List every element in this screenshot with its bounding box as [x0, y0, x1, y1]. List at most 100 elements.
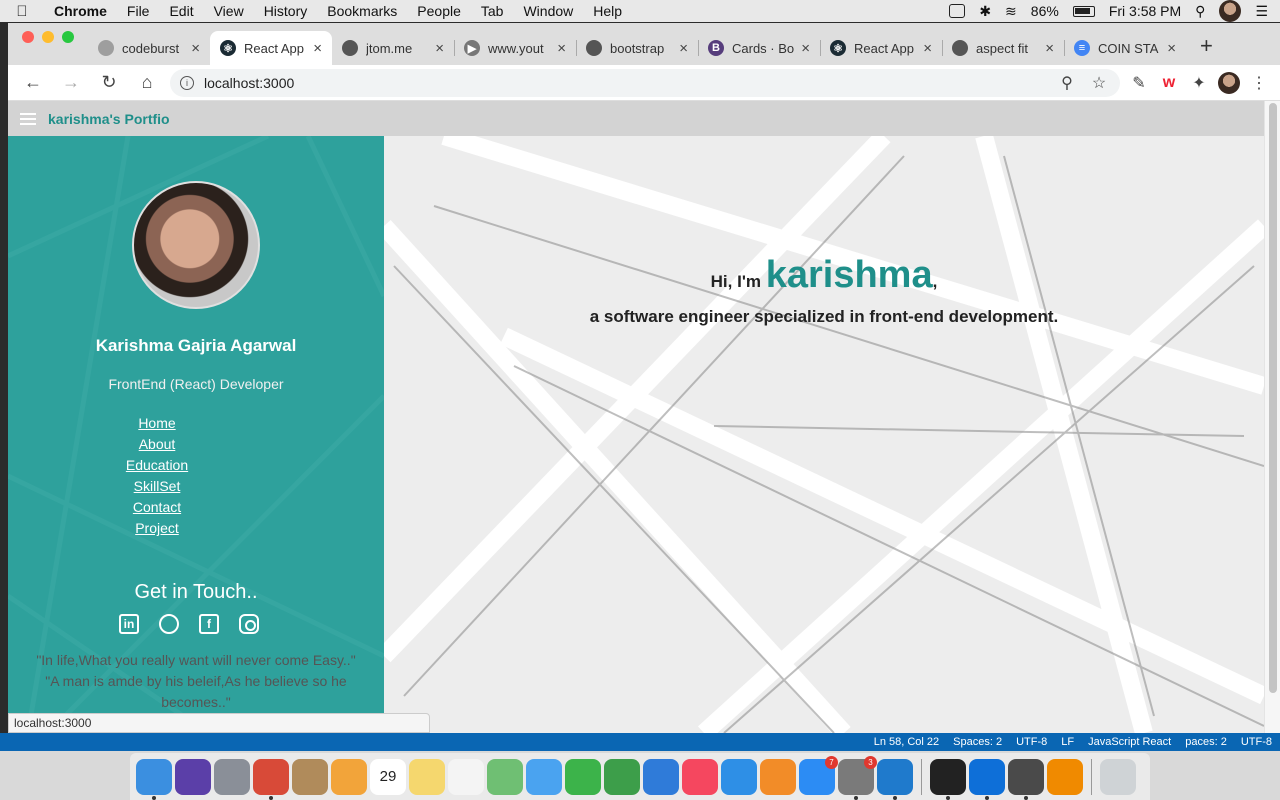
dock-siri-icon[interactable] — [175, 758, 211, 795]
menu-view[interactable]: View — [204, 3, 254, 19]
site-info-icon[interactable]: i — [180, 75, 194, 90]
menu-window[interactable]: Window — [513, 3, 583, 19]
end-of-line[interactable]: LF — [1061, 736, 1074, 748]
instagram-icon[interactable] — [239, 614, 259, 634]
browser-tab[interactable]: ▶ www.yout × — [454, 31, 576, 65]
menu-edit[interactable]: Edit — [159, 3, 203, 19]
brand-title[interactable]: karishma's Portfio — [48, 111, 170, 127]
encoding[interactable]: UTF-8 — [1016, 736, 1047, 748]
tab-close-icon[interactable]: × — [1045, 40, 1054, 57]
reload-icon[interactable]: ↻ — [94, 69, 124, 97]
browser-tab[interactable]: jtom.me × — [332, 31, 454, 65]
dock-numbers-icon[interactable] — [604, 758, 640, 795]
back-arrow-icon[interactable]: ← — [18, 69, 48, 97]
battery-icon[interactable] — [1072, 5, 1095, 17]
dock-notes-icon[interactable] — [409, 758, 445, 795]
close-window-button[interactable] — [22, 31, 34, 43]
tab-close-icon[interactable]: × — [191, 40, 200, 57]
dock-keynote-icon[interactable] — [643, 758, 679, 795]
page-scrollbar[interactable] — [1264, 101, 1280, 733]
apple-menu-icon[interactable]:  — [0, 3, 44, 20]
browser-tab[interactable]: aspect fit × — [942, 31, 1064, 65]
dock-teamviewer-icon[interactable] — [969, 758, 1005, 800]
github-icon[interactable] — [159, 614, 179, 634]
address-bar[interactable]: i localhost:3000 ⚲ ☆ — [170, 68, 1120, 97]
profile-avatar-icon[interactable] — [1218, 71, 1240, 94]
dock-sublime-icon[interactable] — [1008, 758, 1044, 800]
teamviewer-status-icon[interactable] — [949, 4, 966, 18]
linkedin-icon[interactable]: in — [119, 614, 139, 634]
tab-close-icon[interactable]: × — [435, 40, 444, 57]
kebab-menu-icon[interactable]: ⋮ — [1248, 72, 1270, 94]
battery-percent[interactable]: 86% — [1031, 3, 1059, 19]
home-icon[interactable]: ⌂ — [132, 69, 162, 97]
tab-close-icon[interactable]: × — [313, 40, 322, 57]
minimize-window-button[interactable] — [42, 31, 54, 43]
menubar-clock[interactable]: Fri 3:58 PM — [1109, 3, 1181, 19]
bookmark-star-icon[interactable]: ☆ — [1088, 72, 1110, 94]
wifi-icon[interactable]: ≋ — [1005, 3, 1017, 20]
dock-calendar-icon[interactable]: 29 — [370, 758, 406, 795]
user-avatar-icon[interactable] — [1219, 0, 1242, 22]
dock-launchpad-icon[interactable] — [214, 758, 250, 795]
tab-close-icon[interactable]: × — [801, 40, 810, 57]
menu-app-name[interactable]: Chrome — [44, 3, 117, 19]
nav-link-education[interactable]: Education — [126, 455, 188, 476]
tab-close-icon[interactable]: × — [679, 40, 688, 57]
indentation-2[interactable]: paces: 2 — [1185, 736, 1227, 748]
facebook-icon[interactable]: f — [199, 614, 219, 634]
encoding-2[interactable]: UTF-8 — [1241, 736, 1272, 748]
menu-people[interactable]: People — [407, 3, 471, 19]
dock-facetime-icon[interactable] — [565, 758, 601, 795]
new-tab-button[interactable]: + — [1186, 33, 1227, 65]
browser-tab[interactable]: ⚛ React App × — [820, 31, 942, 65]
dock-messages-icon[interactable] — [526, 758, 562, 795]
dock-maps-icon[interactable] — [487, 758, 523, 795]
cursor-position[interactable]: Ln 58, Col 22 — [874, 736, 939, 748]
dock-safari-icon[interactable] — [721, 758, 757, 795]
address-url[interactable]: localhost:3000 — [204, 75, 294, 91]
forward-arrow-icon[interactable]: → — [56, 69, 86, 97]
menu-file[interactable]: File — [117, 3, 160, 19]
menu-tab[interactable]: Tab — [471, 3, 514, 19]
dock-contacts-icon[interactable] — [292, 758, 328, 795]
dock-photos-icon[interactable] — [331, 758, 367, 795]
nav-link-skillset[interactable]: SkillSet — [134, 476, 181, 497]
tab-close-icon[interactable]: × — [1167, 40, 1176, 57]
nav-link-home[interactable]: Home — [138, 413, 175, 434]
indentation[interactable]: Spaces: 2 — [953, 736, 1002, 748]
dock-trash-icon[interactable] — [1100, 758, 1136, 795]
nav-link-project[interactable]: Project — [135, 518, 179, 539]
dock-vlc-icon[interactable] — [1047, 758, 1083, 795]
dock-vscode-icon[interactable] — [877, 758, 913, 800]
tab-close-icon[interactable]: × — [923, 40, 932, 57]
language-mode[interactable]: JavaScript React — [1088, 736, 1171, 748]
spotlight-search-icon[interactable]: ⚲ — [1195, 3, 1205, 20]
zoom-magnifier-icon[interactable]: ⚲ — [1056, 72, 1078, 94]
dock-music-icon[interactable] — [682, 758, 718, 795]
eyedropper-extension-icon[interactable]: ✎ — [1128, 72, 1150, 94]
nav-link-about[interactable]: About — [139, 434, 176, 455]
dock-chrome-icon[interactable] — [253, 758, 289, 800]
browser-tab[interactable]: B Cards · Bo × — [698, 31, 820, 65]
notification-center-icon[interactable]: ☰ — [1255, 3, 1268, 20]
nav-link-contact[interactable]: Contact — [133, 497, 181, 518]
bluetooth-icon[interactable]: ✱ — [979, 3, 991, 20]
browser-tab[interactable]: ≡ COIN STA × — [1064, 31, 1186, 65]
dock-app-store-icon[interactable]: 7 — [799, 755, 838, 795]
w-extension-icon[interactable]: w — [1158, 72, 1180, 94]
dock-system-preferences-icon[interactable]: 3 — [838, 755, 877, 800]
dock-reminders-icon[interactable] — [448, 758, 484, 795]
menu-history[interactable]: History — [254, 3, 318, 19]
zoom-window-button[interactable] — [62, 31, 74, 43]
browser-tab[interactable]: codeburst × — [88, 31, 210, 65]
scrollbar-thumb[interactable] — [1269, 103, 1277, 693]
dock-books-icon[interactable] — [760, 758, 796, 795]
dock-terminal-icon[interactable] — [930, 758, 966, 800]
menu-help[interactable]: Help — [583, 3, 632, 19]
dock-finder-icon[interactable] — [136, 758, 172, 800]
browser-tab[interactable]: ⚛ React App × — [210, 31, 332, 65]
tab-close-icon[interactable]: × — [557, 40, 566, 57]
browser-tab[interactable]: bootstrap × — [576, 31, 698, 65]
menu-bookmarks[interactable]: Bookmarks — [317, 3, 407, 19]
